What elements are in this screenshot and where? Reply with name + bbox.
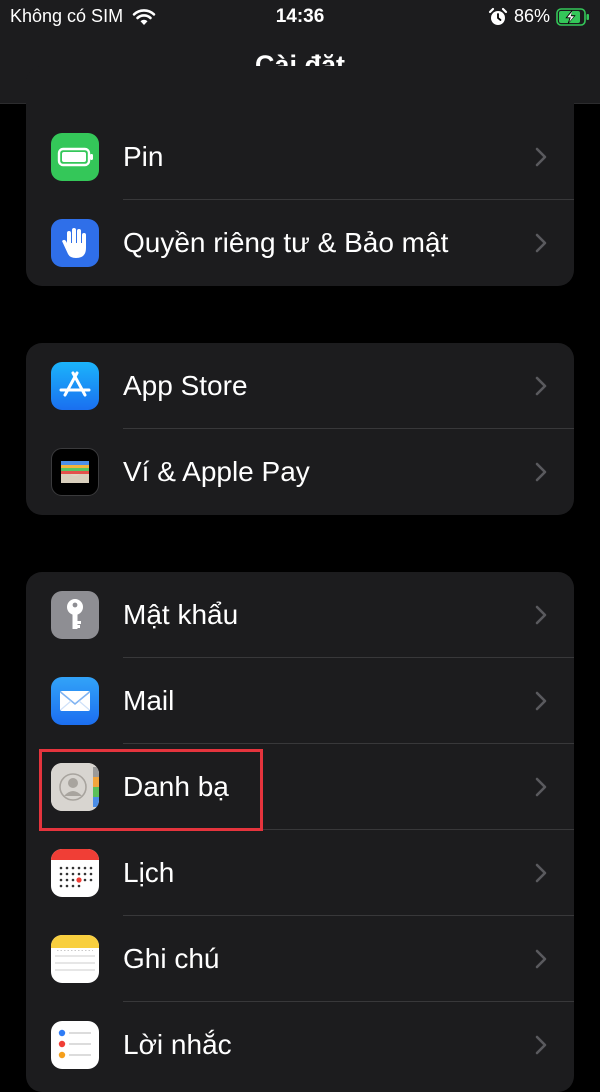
chevron-right-icon <box>535 777 547 797</box>
settings-row-label: Lịch <box>123 857 175 888</box>
settings-row-label: Ví & Apple Pay <box>123 456 310 487</box>
chevron-right-icon <box>535 691 547 711</box>
wallet-icon <box>51 448 99 496</box>
mail-icon <box>51 677 99 725</box>
battery-charging-icon <box>556 7 589 26</box>
chevron-right-icon <box>535 949 547 969</box>
settings-row-label: Ghi chú <box>123 943 220 974</box>
settings-row-privacy[interactable]: Quyền riêng tư & Bảo mật <box>26 200 574 286</box>
chevron-right-icon <box>535 605 547 625</box>
settings-row-label: App Store <box>123 370 248 401</box>
settings-row-reminders[interactable]: Lời nhắc <box>26 1002 574 1088</box>
settings-row-wallet[interactable]: Ví & Apple Pay <box>26 429 574 515</box>
settings-row-label: Quyền riêng tư & Bảo mật <box>123 227 449 258</box>
battery-icon <box>51 133 99 181</box>
chevron-right-icon <box>535 233 547 253</box>
settings-row-label: Lời nhắc <box>123 1029 232 1060</box>
hand-icon <box>51 219 99 267</box>
chevron-right-icon <box>535 376 547 396</box>
settings-row-label: Pin <box>123 141 164 172</box>
settings-group-store: App Store Ví & Apple Pay <box>26 343 574 515</box>
settings-row-notes[interactable]: Ghi chú <box>26 916 574 1002</box>
settings-row-calendar[interactable]: Lịch <box>26 830 574 916</box>
app-store-icon <box>51 362 99 410</box>
reminders-icon <box>51 1021 99 1069</box>
highlight-box <box>39 749 263 831</box>
settings-row-mail[interactable]: Mail <box>26 658 574 744</box>
key-icon <box>51 591 99 639</box>
settings-row-app-store[interactable]: App Store <box>26 343 574 429</box>
settings-group-system: Pin Quyền riêng tư & Bảo mật <box>26 66 574 286</box>
settings-row-passwords[interactable]: Mật khẩu <box>26 572 574 658</box>
settings-group-apps: Mật khẩu Mail Danh bạ Lịch Ghi chú Lời n… <box>26 572 574 1092</box>
battery-percent: 86% <box>513 6 550 26</box>
chevron-right-icon <box>535 147 547 167</box>
alarm-icon <box>488 7 508 25</box>
chevron-right-icon <box>535 863 547 883</box>
notes-icon <box>51 935 99 983</box>
settings-row-label: Mail <box>123 685 175 716</box>
chevron-right-icon <box>535 462 547 482</box>
settings-row-label: Mật khẩu <box>123 599 239 630</box>
settings-row-battery[interactable]: Pin <box>26 114 574 200</box>
calendar-icon <box>51 849 99 897</box>
chevron-right-icon <box>535 1035 547 1055</box>
status-bar: Không có SIM 14:36 86% <box>0 0 600 34</box>
